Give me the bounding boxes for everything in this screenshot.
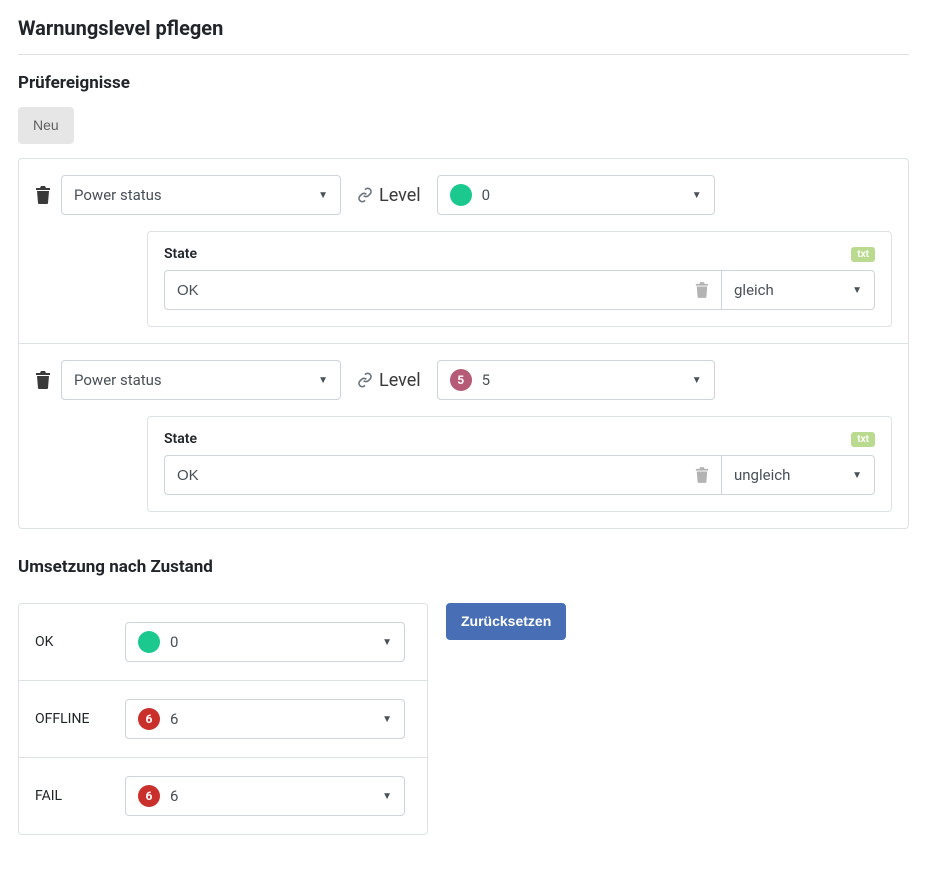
state-condition-card: State txt ungleich ▼ [147,416,892,512]
txt-badge: txt [851,432,875,447]
mapping-level-value: 6 [170,787,178,805]
mapping-row: OFFLINE 6 6 ▼ [19,680,427,757]
mapping-row: FAIL 6 6 ▼ [19,757,427,834]
mapping-level-select[interactable]: 6 6 ▼ [125,776,405,816]
clear-value-button[interactable] [695,282,709,298]
level-select[interactable]: 0 ▼ [437,175,715,215]
level-select-value: 5 [482,371,490,389]
level-label-text: Level [379,370,421,391]
level-label-text: Level [379,185,421,206]
level-label-group: Level [351,185,427,206]
state-value-input[interactable] [164,270,721,310]
level-color-badge [450,184,472,206]
clear-value-button[interactable] [695,467,709,483]
level-color-badge: 5 [450,369,472,391]
check-select-value: Power status [74,371,162,389]
chevron-down-icon: ▼ [382,637,392,648]
level-select[interactable]: 5 5 ▼ [437,360,715,400]
operator-select-value: ungleich [734,466,790,484]
mapping-level-select[interactable]: 0 ▼ [125,622,405,662]
page-title: Warnungslevel pflegen [18,16,909,40]
state-value-input[interactable] [164,455,721,495]
level-color-badge: 6 [138,785,160,807]
rules-list: Power status ▼ Level 0 ▼ [18,158,909,529]
chevron-down-icon: ▼ [382,791,392,802]
level-select-value: 0 [482,186,490,204]
chevron-down-icon: ▼ [318,375,328,386]
operator-select[interactable]: gleich ▼ [721,270,875,310]
trash-icon [695,282,709,298]
chevron-down-icon: ▼ [692,375,702,386]
trash-icon [35,186,51,204]
mapping-state-label: OK [35,634,125,650]
state-label: State [164,431,197,447]
mapping-state-label: OFFLINE [35,711,125,727]
section-checks-title: Prüfereignisse [18,73,909,93]
state-label: State [164,246,197,262]
level-color-badge: 6 [138,708,160,730]
delete-rule-button[interactable] [35,186,51,204]
state-condition-card: State txt gleich ▼ [147,231,892,327]
mapping-row: OK 0 ▼ [19,604,427,680]
mapping-level-value: 0 [170,633,178,651]
level-label-group: Level [351,370,427,391]
txt-badge: txt [851,247,875,262]
chevron-down-icon: ▼ [382,714,392,725]
chevron-down-icon: ▼ [852,285,862,296]
check-select[interactable]: Power status ▼ [61,175,341,215]
rule-block: Power status ▼ Level 5 5 ▼ [19,343,908,528]
link-icon [357,372,373,388]
operator-select[interactable]: ungleich ▼ [721,455,875,495]
new-button[interactable]: Neu [18,107,74,144]
mapping-level-select[interactable]: 6 6 ▼ [125,699,405,739]
section-mapping-title: Umsetzung nach Zustand [18,557,909,577]
mapping-state-label: FAIL [35,788,125,804]
mapping-level-value: 6 [170,710,178,728]
check-select[interactable]: Power status ▼ [61,360,341,400]
rule-block: Power status ▼ Level 0 ▼ [19,159,908,343]
check-select-value: Power status [74,186,162,204]
operator-select-value: gleich [734,281,774,299]
chevron-down-icon: ▼ [318,190,328,201]
divider [18,54,909,55]
trash-icon [35,371,51,389]
level-color-badge [138,631,160,653]
mapping-list: OK 0 ▼ OFFLINE 6 6 ▼ [18,603,428,835]
delete-rule-button[interactable] [35,371,51,389]
reset-button[interactable]: Zurücksetzen [446,603,566,640]
trash-icon [695,467,709,483]
link-icon [357,187,373,203]
chevron-down-icon: ▼ [692,190,702,201]
chevron-down-icon: ▼ [852,470,862,481]
